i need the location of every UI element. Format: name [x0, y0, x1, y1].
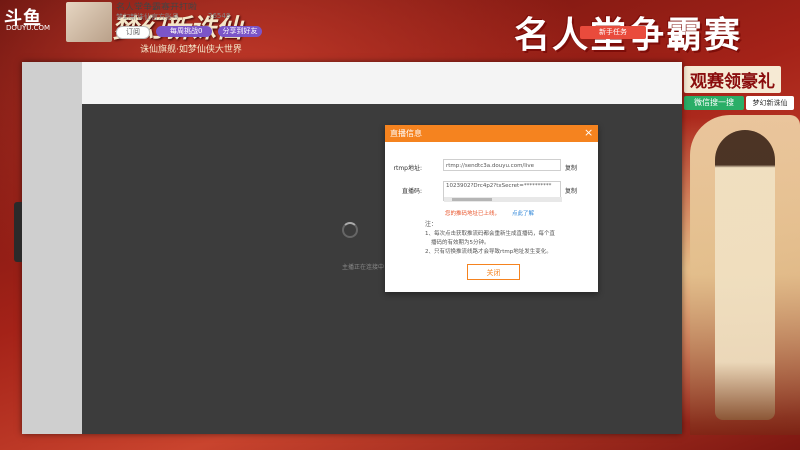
search-keyword-badge: 梦幻新诛仙	[746, 96, 794, 110]
room-header	[82, 62, 682, 104]
close-icon[interactable]: ×	[584, 126, 593, 140]
room-title: 名人堂争霸赛开打啦	[116, 3, 198, 10]
hero-figure	[715, 130, 775, 420]
douyu-logo-sub: DOUYU.COM	[6, 24, 51, 32]
learn-more-link[interactable]: 点此了解	[512, 209, 534, 217]
room-id: 26548	[208, 12, 231, 20]
close-dialog-button[interactable]: 关闭	[467, 264, 520, 280]
scroll-thumb[interactable]	[452, 198, 492, 201]
wechat-search-badge: 微信搜一搜	[684, 96, 744, 110]
stream-code-label: 直播码:	[401, 188, 422, 195]
game-slogan: 诛仙旗舰·如梦仙侠大世界	[140, 45, 242, 55]
left-sidebar	[22, 62, 82, 434]
copy-rtmp-button[interactable]: 复制	[565, 163, 577, 172]
weekly-task-button[interactable]: 每周挑战	[156, 26, 212, 37]
rtmp-address-field[interactable]: rtmp://sendtc3a.douyu.com/live	[443, 159, 561, 171]
rtmp-label: rtmp地址:	[393, 165, 423, 172]
loading-spinner-icon	[342, 222, 358, 238]
dialog-header: 直播信息 ×	[385, 125, 598, 142]
note-line-1b: 播码的有效期为5分钟。	[431, 240, 490, 246]
anchor-name[interactable]: 梦幻新诛仙官方账号	[116, 12, 179, 22]
note-title: 注：	[425, 221, 438, 228]
sidebar-toggle[interactable]	[14, 202, 22, 262]
note-line-2: 2、只有切换推流线路才会导致rtmp地址发生变化。	[425, 249, 552, 255]
code-scrollbar[interactable]	[444, 197, 562, 202]
newbie-task-button[interactable]: 新手任务	[580, 26, 646, 39]
dialog-title: 直播信息	[390, 129, 422, 138]
share-button[interactable]: 分享到好友	[218, 26, 262, 37]
reward-text: 观赛领豪礼	[684, 66, 781, 93]
warning-text: 您的推码地址已上线，	[445, 211, 501, 217]
task-count: 0	[198, 27, 203, 35]
anchor-avatar[interactable]	[66, 2, 112, 42]
note-line-1: 1、每次点击获取推流码都会重新生成直播码，每个直	[425, 231, 556, 237]
copy-code-button[interactable]: 复制	[565, 186, 577, 195]
follow-button[interactable]: 订阅	[116, 26, 150, 39]
